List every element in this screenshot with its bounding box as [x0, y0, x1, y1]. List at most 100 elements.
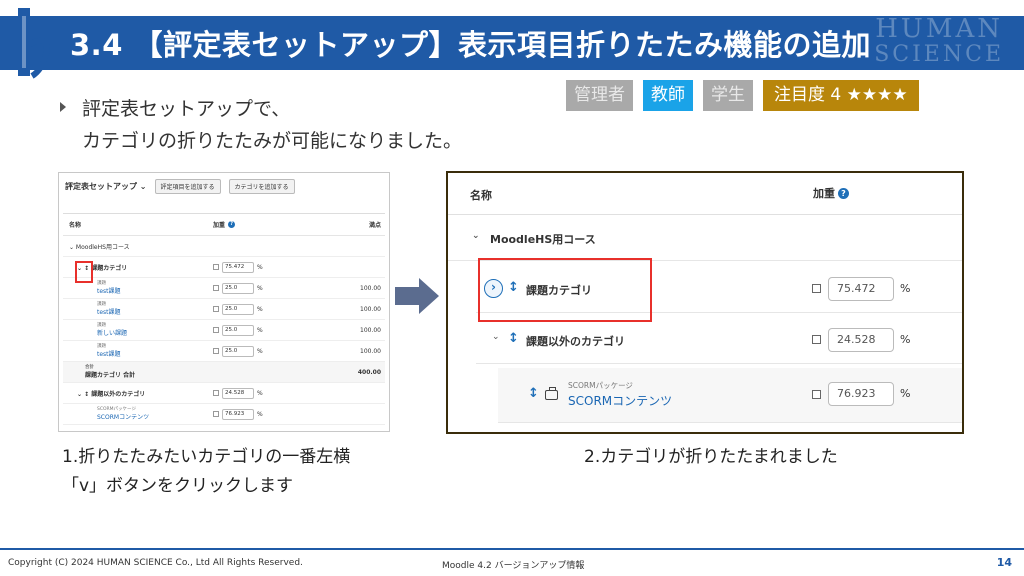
item-type: SCORMパッケージ	[97, 407, 136, 412]
item-type: 合計	[85, 365, 94, 370]
col-weight-label: 加重	[213, 222, 226, 229]
help-icon[interactable]: ?	[228, 221, 236, 228]
pct-label: %	[257, 263, 263, 271]
item-link[interactable]: test課題	[97, 288, 121, 295]
weight-checkbox[interactable]	[812, 335, 821, 344]
total-cell: 100.00	[360, 326, 381, 334]
weight-checkbox[interactable]	[213, 327, 219, 333]
badge-teacher: 教師	[643, 80, 693, 111]
pct-label: %	[257, 410, 263, 418]
brand-top: HUMAN	[875, 14, 1003, 44]
weight-input[interactable]: 24.528	[222, 387, 254, 399]
highlight-box-small	[75, 261, 93, 283]
move-icon[interactable]: ↕	[528, 386, 539, 401]
caption-step1-line1: 1.折りたたみたいカテゴリの一番左横	[62, 447, 351, 467]
col-total: 満点	[368, 222, 381, 229]
bullet-text-line1: 評定表セットアップで、	[82, 98, 291, 120]
total-cell: 100.00	[360, 305, 381, 313]
item-link[interactable]: test課題	[97, 309, 121, 316]
arrow-right-icon	[395, 278, 439, 314]
col-weight: 加重 ?	[213, 220, 345, 229]
weight-input[interactable]: 25.0	[222, 324, 254, 336]
weight-checkbox[interactable]	[812, 284, 821, 293]
brand-watermark: HUMAN SCIENCE	[874, 16, 1004, 68]
weight-checkbox[interactable]	[213, 285, 219, 291]
course-row: ⌄ MoodleHS用コース	[63, 236, 385, 257]
item-cell: SCORMパッケージ SCORMコンテンツ	[63, 407, 213, 421]
pct-label: %	[900, 282, 911, 295]
role-badges: 管理者 教師 学生 注目度 4 ★★★★	[566, 80, 919, 111]
bullet-text-line2: カテゴリの折りたたみが可能になりました。	[82, 130, 463, 152]
col-weight-label: 加重	[813, 187, 835, 200]
table-row: 課題 test課題 25.0% 100.00	[63, 341, 385, 362]
caption-step1-line2: 「v」ボタンをクリックします	[62, 476, 294, 496]
item-cell: 課題 test課題	[63, 302, 213, 316]
move-icon[interactable]: ↕	[508, 331, 519, 346]
logo-icon	[18, 8, 50, 79]
item-cell: 課題 新しい課題	[63, 323, 213, 337]
weight-cell: 24.528%	[213, 387, 345, 399]
weight-checkbox[interactable]	[213, 264, 219, 270]
scorm-icon	[545, 387, 558, 400]
add-category-button[interactable]: カテゴリを追加する	[228, 178, 295, 194]
weight-checkbox[interactable]	[812, 390, 821, 399]
weight-input[interactable]: 76.923	[222, 408, 254, 420]
col-name: 名称	[69, 222, 82, 229]
chevron-down-icon[interactable]: ⌄	[492, 332, 500, 342]
bullet-arrow-icon	[60, 102, 66, 112]
weight-checkbox[interactable]	[213, 390, 219, 396]
help-icon[interactable]: ?	[838, 187, 849, 199]
weight-checkbox[interactable]	[213, 348, 219, 354]
table-row: 課題 test課題 25.0% 100.00	[63, 299, 385, 320]
weight-input[interactable]: 76.923	[828, 382, 894, 406]
item-link[interactable]: SCORMコンテンツ	[97, 414, 149, 421]
gradebook-setup-toolbar: 評定表セットアップ ⌄ 評定項目を追加する カテゴリを追加する	[59, 173, 389, 199]
weight-checkbox[interactable]	[213, 411, 219, 417]
total-cell: 100.00	[360, 347, 381, 355]
weight-input[interactable]: 24.528	[828, 328, 894, 352]
add-grade-item-button[interactable]: 評定項目を追加する	[154, 178, 221, 194]
category-name: 課題以外のカテゴリ	[526, 335, 625, 348]
table-row: SCORMパッケージ SCORMコンテンツ 76.923%	[63, 404, 385, 425]
weight-cell: 25.0%	[213, 282, 345, 294]
course-name[interactable]: ⌄ MoodleHS用コース	[63, 242, 385, 251]
footer-doc-title: Moodle 4.2 バージョンアップ情報	[442, 561, 585, 571]
item-link[interactable]: SCORMコンテンツ	[568, 392, 672, 409]
pct-label: %	[257, 284, 263, 292]
chevron-down-icon[interactable]: ⌄	[472, 231, 480, 241]
table-row: ⌄ ↕ 課題カテゴリ 75.472%	[63, 257, 385, 278]
table-row: 合計 課題カテゴリ 合計 400.00	[63, 362, 385, 383]
weight-input[interactable]: 25.0	[222, 303, 254, 315]
table-header: 名称 加重 ?	[448, 173, 962, 215]
weight-input[interactable]: 25.0	[222, 345, 254, 357]
pct-label: %	[257, 347, 263, 355]
table-row: 課題新しい課題 25.0% 100.00	[63, 320, 385, 341]
item-link[interactable]: 新しい課題	[97, 330, 127, 337]
screenshot-before: 評定表セットアップ ⌄ 評定項目を追加する カテゴリを追加する 名称 加重 ? …	[58, 172, 390, 432]
total-cell: 400.00	[357, 368, 381, 376]
brand-bottom: SCIENCE	[874, 42, 1004, 67]
gradebook-setup-title[interactable]: 評定表セットアップ ⌄	[65, 181, 147, 192]
item-type: 課題	[97, 323, 106, 328]
footer-copyright: Copyright (C) 2024 HUMAN SCIENCE Co., Lt…	[8, 558, 303, 568]
col-weight: 加重 ?	[813, 185, 849, 201]
category-row: ⌄ ↕ 課題以外のカテゴリ 24.528 %	[476, 316, 962, 364]
gradebook-table-small: 名称 加重 ? 満点 ⌄ MoodleHS用コース ⌄ ↕ 課題カテゴリ 75.…	[63, 213, 385, 425]
item-type: 課題	[97, 344, 106, 349]
weight-input[interactable]: 75.472	[222, 261, 254, 273]
weight-cell: 25.0%	[213, 324, 345, 336]
badge-student: 学生	[703, 80, 753, 111]
item-type: 課題	[97, 302, 106, 307]
weight-checkbox[interactable]	[213, 306, 219, 312]
weight-cell: 25.0%	[213, 303, 345, 315]
pct-label: %	[257, 305, 263, 313]
total-cell: 100.00	[360, 284, 381, 292]
weight-input[interactable]: 75.472	[828, 277, 894, 301]
course-name: MoodleHS用コース	[490, 233, 596, 246]
item-link[interactable]: test課題	[97, 351, 121, 358]
slide-title: 3.4 【評定表セットアップ】表示項目折りたたみ機能の追加	[70, 28, 871, 62]
pct-label: %	[257, 326, 263, 334]
item-type: 課題	[97, 281, 106, 286]
category-name[interactable]: ⌄ ↕ 課題以外のカテゴリ	[63, 389, 213, 398]
weight-input[interactable]: 25.0	[222, 282, 254, 294]
